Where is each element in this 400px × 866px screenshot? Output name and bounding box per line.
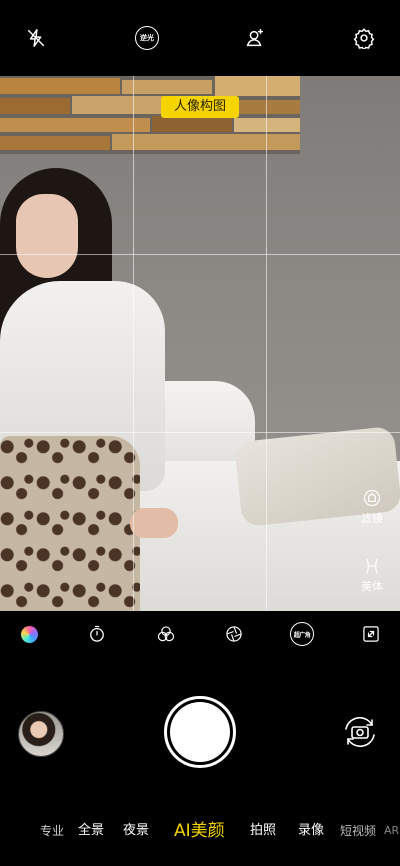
shutter-button[interactable] [164, 696, 236, 768]
color-style-icon[interactable] [17, 622, 41, 646]
mode-ai-beauty[interactable]: AI美颜 [174, 816, 225, 846]
grid-line [0, 254, 400, 255]
camera-mode-selector: 专业 全景 夜景 AI美颜 拍照 录像 短视频 AR [0, 816, 400, 846]
flash-off-icon[interactable] [22, 24, 50, 52]
grid-line [0, 432, 400, 433]
filter-label: 滤镜 [361, 512, 383, 525]
mode-photo[interactable]: 拍照 [250, 816, 276, 846]
portrait-composition-tag: 人像构图 [161, 96, 239, 118]
filter-control[interactable]: 滤镜 [356, 488, 388, 526]
subject-skirt [0, 436, 140, 611]
backlight-label: 逆光 [135, 26, 159, 50]
shutter-inner [170, 702, 230, 762]
filter-icon [363, 489, 381, 507]
body-beauty-icon [366, 558, 378, 574]
subject-hand [130, 508, 178, 538]
grid-line [133, 76, 134, 611]
mode-panorama[interactable]: 全景 [78, 816, 104, 846]
grid-line [266, 76, 267, 611]
wide-angle-label: 超广角 [290, 622, 314, 646]
mode-pro[interactable]: 专业 [40, 816, 64, 846]
last-photo-thumbnail[interactable] [18, 711, 64, 757]
wide-angle-icon[interactable]: 超广角 [288, 622, 316, 646]
expand-icon[interactable] [359, 622, 383, 646]
wood-wall-art [0, 76, 300, 154]
settings-icon[interactable] [350, 24, 378, 52]
backlight-icon[interactable]: 逆光 [133, 24, 161, 52]
live-filter-icon[interactable] [154, 622, 178, 646]
top-bar: 逆光 [0, 0, 400, 76]
mode-short-video[interactable]: 短视频 [340, 816, 376, 846]
body-beauty-label: 美体 [361, 580, 383, 593]
subject-face [16, 194, 78, 278]
body-beauty-control[interactable]: 美体 [356, 556, 388, 594]
switch-camera-icon[interactable] [339, 711, 381, 753]
portrait-composition-icon[interactable] [241, 24, 269, 52]
mode-ar[interactable]: AR [384, 816, 399, 846]
camera-viewfinder[interactable]: 人像构图 滤镜 美体 [0, 76, 400, 611]
mode-night[interactable]: 夜景 [123, 816, 149, 846]
timer-icon[interactable] [85, 622, 109, 646]
aperture-icon[interactable] [222, 622, 246, 646]
mode-video[interactable]: 录像 [298, 816, 324, 846]
